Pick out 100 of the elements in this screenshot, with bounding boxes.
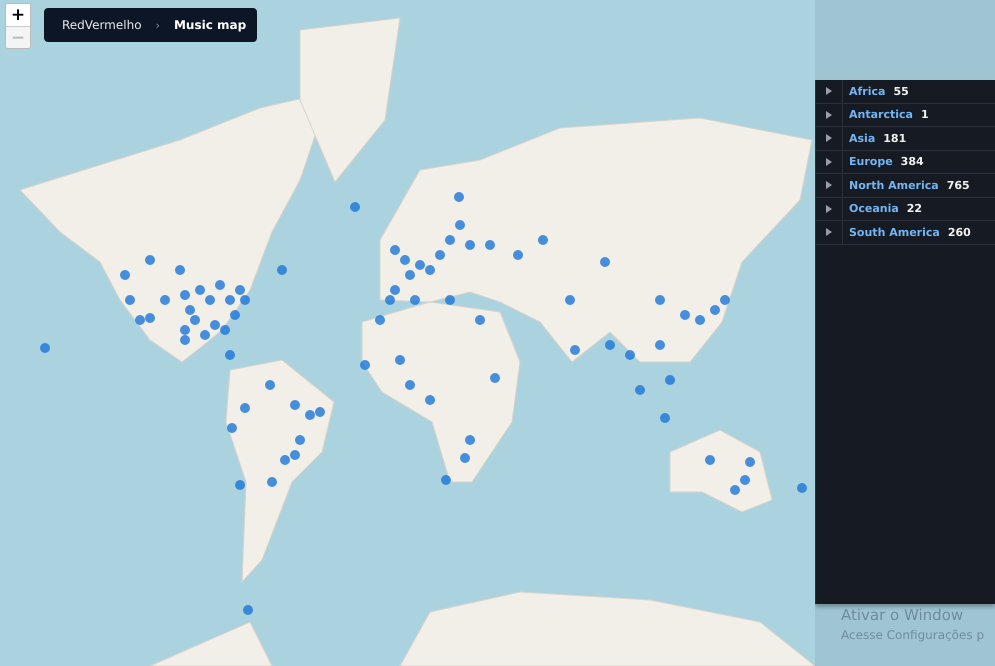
location-dot [180, 335, 190, 345]
location-dot [225, 350, 235, 360]
caret-right-icon[interactable] [826, 134, 832, 142]
caret-right-icon[interactable] [826, 158, 832, 166]
activation-text: Acesse Configurações p [841, 628, 986, 642]
location-dot [710, 305, 720, 315]
caret-right-icon[interactable] [826, 204, 832, 213]
location-dot [145, 255, 155, 265]
region-count: 384 [900, 155, 924, 168]
location-dot [210, 320, 220, 330]
region-name[interactable]: South America [849, 226, 940, 239]
location-dot [625, 350, 635, 360]
location-dot [460, 453, 470, 463]
region-name[interactable]: Oceania [849, 202, 899, 216]
activation-title: Ativar o Window [841, 606, 964, 624]
region-name[interactable]: Asia [849, 132, 876, 145]
location-dot [280, 455, 290, 465]
location-dot [215, 280, 225, 290]
region-count: 260 [948, 226, 971, 239]
location-dot [267, 477, 277, 487]
location-dot [135, 315, 145, 325]
region-count: 181 [883, 132, 906, 145]
location-dot [454, 192, 464, 202]
location-dot [400, 255, 410, 265]
location-dot [485, 240, 495, 250]
location-dot [605, 340, 615, 350]
location-dot [797, 483, 807, 493]
location-dot [655, 340, 665, 350]
location-dot [375, 315, 385, 325]
location-dot [120, 270, 130, 280]
location-dot [565, 295, 575, 305]
location-dot [227, 423, 237, 433]
region-name[interactable]: Europe [849, 155, 893, 168]
location-dot [475, 315, 485, 325]
location-dot [145, 313, 155, 323]
location-dot [180, 325, 190, 335]
location-dot [600, 257, 610, 267]
location-dot [660, 413, 670, 423]
location-dot [705, 455, 715, 465]
region-name[interactable]: North America [849, 178, 939, 192]
location-dot [295, 435, 305, 445]
region-name[interactable]: Antarctica [849, 108, 913, 122]
location-dot [235, 480, 245, 490]
location-dot [740, 475, 750, 485]
location-dot [425, 395, 435, 405]
location-dot [180, 290, 190, 300]
region-count: 22 [906, 202, 922, 216]
location-dot [205, 295, 215, 305]
location-dot [350, 202, 360, 212]
location-dot [265, 380, 275, 390]
location-dot [635, 385, 645, 395]
location-dot [230, 310, 240, 320]
location-dot [490, 373, 500, 383]
location-dot [240, 295, 250, 305]
region-count: 55 [893, 84, 909, 98]
location-dot [195, 285, 205, 295]
location-dot [425, 265, 435, 275]
location-dot [395, 355, 405, 365]
separator-glyph: › [156, 18, 160, 32]
caret-right-icon[interactable] [826, 228, 832, 236]
location-dot [125, 295, 135, 305]
location-dot [465, 240, 475, 250]
location-dot [360, 360, 370, 370]
location-dot [680, 310, 690, 320]
location-dot [175, 265, 185, 275]
location-dot [40, 343, 50, 353]
location-dot [235, 285, 245, 295]
location-dot [243, 605, 253, 615]
location-dot [240, 403, 250, 413]
location-dot [730, 485, 740, 495]
region-count: 1 [920, 108, 929, 122]
location-dot [695, 315, 705, 325]
location-dot [415, 260, 425, 270]
location-dot [305, 410, 315, 420]
location-dot [745, 457, 755, 467]
location-dot [290, 400, 300, 410]
breadcrumb-link[interactable]: RedVermelho [62, 18, 142, 32]
caret-right-icon[interactable] [826, 87, 832, 96]
location-dot [160, 295, 170, 305]
location-dot [385, 295, 395, 305]
location-dot [665, 375, 675, 385]
location-dot [538, 235, 548, 245]
location-dot [720, 295, 730, 305]
location-dot [405, 380, 415, 390]
location-dot [465, 435, 475, 445]
location-dot [570, 345, 580, 355]
location-dot [405, 270, 415, 280]
location-dot [390, 245, 400, 255]
location-dot [225, 295, 235, 305]
location-dot [390, 285, 400, 295]
location-dot [315, 407, 325, 417]
location-dot [190, 315, 200, 325]
caret-right-icon[interactable] [826, 181, 832, 190]
location-dot [445, 295, 455, 305]
location-dot [441, 475, 451, 485]
region-name[interactable]: Africa [849, 84, 886, 98]
location-dot [445, 235, 455, 245]
caret-right-icon[interactable] [826, 110, 832, 119]
location-dot [277, 265, 287, 275]
region-count: 765 [946, 178, 970, 192]
